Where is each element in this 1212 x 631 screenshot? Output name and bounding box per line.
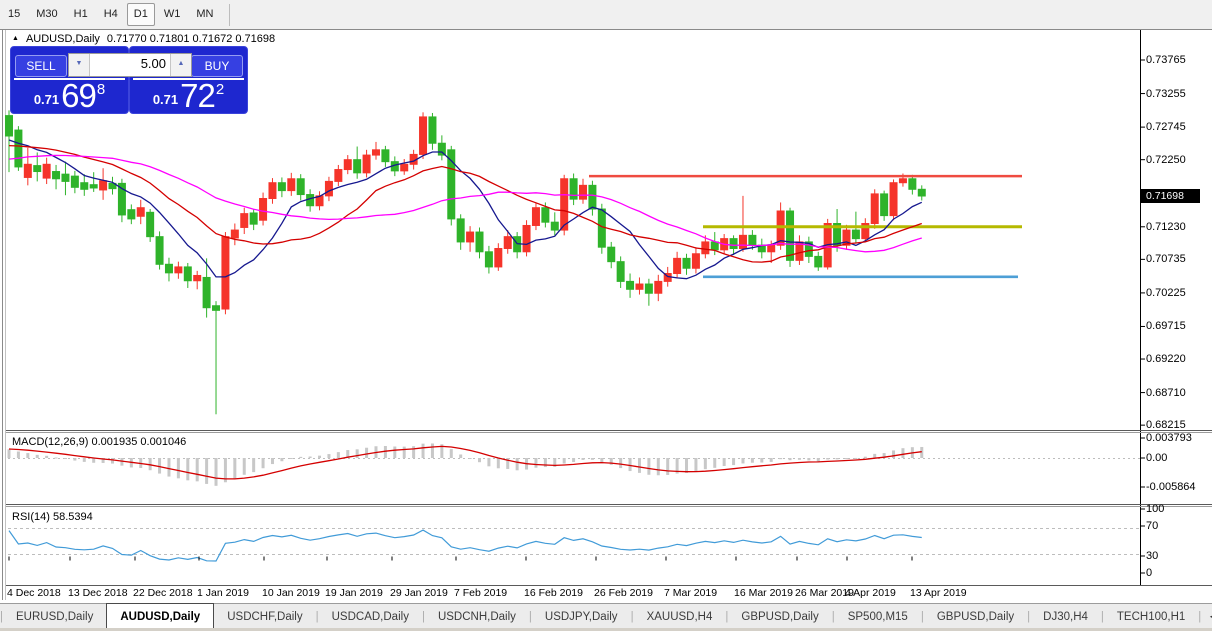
time-axis-label: 4 Apr 2019 — [845, 587, 896, 599]
chart-tab-dj30-h4[interactable]: DJ30,H4 — [1030, 604, 1101, 629]
axis-ticks — [8, 59, 1145, 574]
time-axis-label: 16 Mar 2019 — [734, 587, 793, 599]
window-frame — [0, 29, 1212, 600]
timeframe-button-d1[interactable]: D1 — [126, 3, 155, 26]
moving-average-8 — [8, 139, 923, 280]
price-axis-label: 0.70735 — [1146, 253, 1186, 266]
timeframe-toolbar: 15 M30 H1 H4 D1 W1 MN — [0, 0, 1212, 30]
timeframe-button-mn[interactable]: MN — [189, 3, 220, 26]
timeframe-button-15[interactable]: 15 — [1, 3, 27, 26]
chart-tab-usdchf-daily[interactable]: USDCHF,Daily — [214, 604, 315, 629]
chart-tab-eurusd-daily[interactable]: EURUSD,Daily — [3, 604, 106, 629]
chart-title: ▲ AUDUSD,Daily 0.71770 0.71801 0.71672 0… — [12, 33, 275, 45]
sell-price-sup: 8 — [96, 81, 106, 98]
sell-button[interactable]: SELL — [15, 55, 67, 77]
time-axis-label: 19 Jan 2019 — [325, 587, 383, 599]
toolbar-separator — [229, 3, 231, 26]
price-axis-label: 0.71230 — [1146, 220, 1186, 233]
time-axis-label: 13 Apr 2019 — [910, 587, 967, 599]
indicator-axis-label: 30 — [1146, 550, 1159, 562]
chart-ohlc-values: 0.71770 0.71801 0.71672 0.71698 — [106, 33, 276, 45]
price-axis-label: 0.69715 — [1146, 320, 1186, 333]
chart-tab-tech100-h1[interactable]: TECH100,H1 — [1104, 604, 1198, 629]
price-axis-label: 0.73255 — [1146, 87, 1186, 100]
indicator-axis-label: -0.005864 — [1146, 481, 1196, 493]
macd-signal-line — [8, 445, 922, 480]
price-axis-label: 0.68710 — [1146, 386, 1186, 399]
candlestick-series[interactable] — [5, 110, 926, 415]
chart-tab-usdcnh-daily[interactable]: USDCNH,Daily — [425, 604, 529, 629]
buy-price-big: 72 — [180, 77, 216, 114]
current-price-tag: 0.71698 — [1141, 189, 1200, 203]
indicator-axis-label: 0 — [1146, 567, 1153, 579]
moving-average-17 — [8, 144, 922, 263]
buy-price: 0.71 72 2 — [130, 77, 247, 114]
chart-tab-gbpusd-daily[interactable]: GBPUSD,Daily — [924, 604, 1027, 629]
chart-tab-audusd-daily[interactable]: AUDUSD,Daily — [106, 603, 215, 629]
indicator-axis-label: 0.003793 — [1146, 432, 1192, 444]
buy-button[interactable]: BUY — [191, 55, 243, 77]
time-axis-label: 22 Dec 2018 — [133, 587, 193, 599]
one-click-trade-panel: SELL 0.71 69 8 BUY 0.71 72 2 ▼ 5.00 ▲ — [10, 46, 248, 114]
timeframe-button-w1[interactable]: W1 — [157, 3, 188, 26]
timeframe-button-h4[interactable]: H4 — [97, 3, 125, 26]
time-axis-label: 29 Jan 2019 — [390, 587, 448, 599]
price-axis-label: 0.69220 — [1146, 353, 1186, 366]
price-axis-label: 0.68215 — [1146, 419, 1186, 432]
time-axis-label: 16 Feb 2019 — [524, 587, 583, 599]
timeframe-button-h1[interactable]: H1 — [67, 3, 95, 26]
volume-input[interactable]: 5.00 — [90, 54, 170, 76]
price-axis-label: 0.70225 — [1146, 286, 1186, 299]
sell-price-prefix: 0.71 — [33, 92, 60, 107]
indicator-axis-label: 70 — [1146, 520, 1159, 532]
price-axis-label: 0.72745 — [1146, 121, 1186, 134]
volume-increase-icon[interactable]: ▲ — [170, 54, 191, 76]
macd-label: MACD(12,26,9) 0.001935 0.001046 — [12, 436, 187, 448]
chart-tab-xauusd-h4[interactable]: XAUUSD,H4 — [634, 604, 726, 629]
buy-price-prefix: 0.71 — [152, 92, 179, 107]
price-axis-label: 0.72250 — [1146, 153, 1186, 166]
time-axis-label: 4 Dec 2018 — [7, 587, 61, 599]
sell-price: 0.71 69 8 — [11, 77, 128, 114]
symbol-tabbar: | EURUSD,Daily AUDUSD,Daily USDCHF,Daily | US… — [0, 603, 1212, 629]
indicator-axis-label: 100 — [1146, 503, 1165, 515]
sell-price-big: 69 — [61, 77, 97, 114]
chart-tab-sp500-m15[interactable]: SP500,M15 — [835, 604, 921, 629]
rsi-label: RSI(14) 58.5394 — [12, 511, 93, 523]
moving-average-30 — [8, 154, 922, 253]
time-axis-label: 26 Feb 2019 — [594, 587, 653, 599]
buy-price-sup: 2 — [215, 81, 225, 98]
rsi-line — [8, 529, 922, 562]
time-axis-label: 7 Feb 2019 — [454, 587, 508, 599]
chart-tab-gbpusd-daily[interactable]: GBPUSD,Daily — [728, 604, 831, 629]
timeframe-button-m30[interactable]: M30 — [29, 3, 64, 26]
collapse-panel-icon[interactable]: ▲ — [12, 35, 19, 42]
indicator-axis-label: 0.00 — [1146, 452, 1168, 464]
tabs-scroll-left-icon[interactable]: ◄ — [1201, 604, 1212, 629]
chart-symbol-label: AUDUSD,Daily — [25, 33, 100, 45]
time-axis-label: 7 Mar 2019 — [664, 587, 718, 599]
volume-decrease-icon[interactable]: ▼ — [69, 54, 90, 76]
time-axis-label: 13 Dec 2018 — [68, 587, 128, 599]
chart-window[interactable]: ▲ AUDUSD,Daily 0.71770 0.71801 0.71672 0… — [0, 29, 1212, 603]
chart-tab-usdjpy-daily[interactable]: USDJPY,Daily — [532, 604, 631, 629]
price-axis-label: 0.73765 — [1146, 54, 1186, 66]
chart-canvas[interactable] — [0, 29, 1212, 603]
volume-spinner: ▼ 5.00 ▲ — [68, 53, 192, 77]
time-axis-label: 1 Jan 2019 — [197, 587, 249, 599]
trading-app-window: 15 M30 H1 H4 D1 W1 MN ▲ AUDUSD,Daily 0.71770 0… — [0, 0, 1212, 631]
chart-tab-usdcad-daily[interactable]: USDCAD,Daily — [319, 604, 422, 629]
time-axis-label: 10 Jan 2019 — [262, 587, 320, 599]
